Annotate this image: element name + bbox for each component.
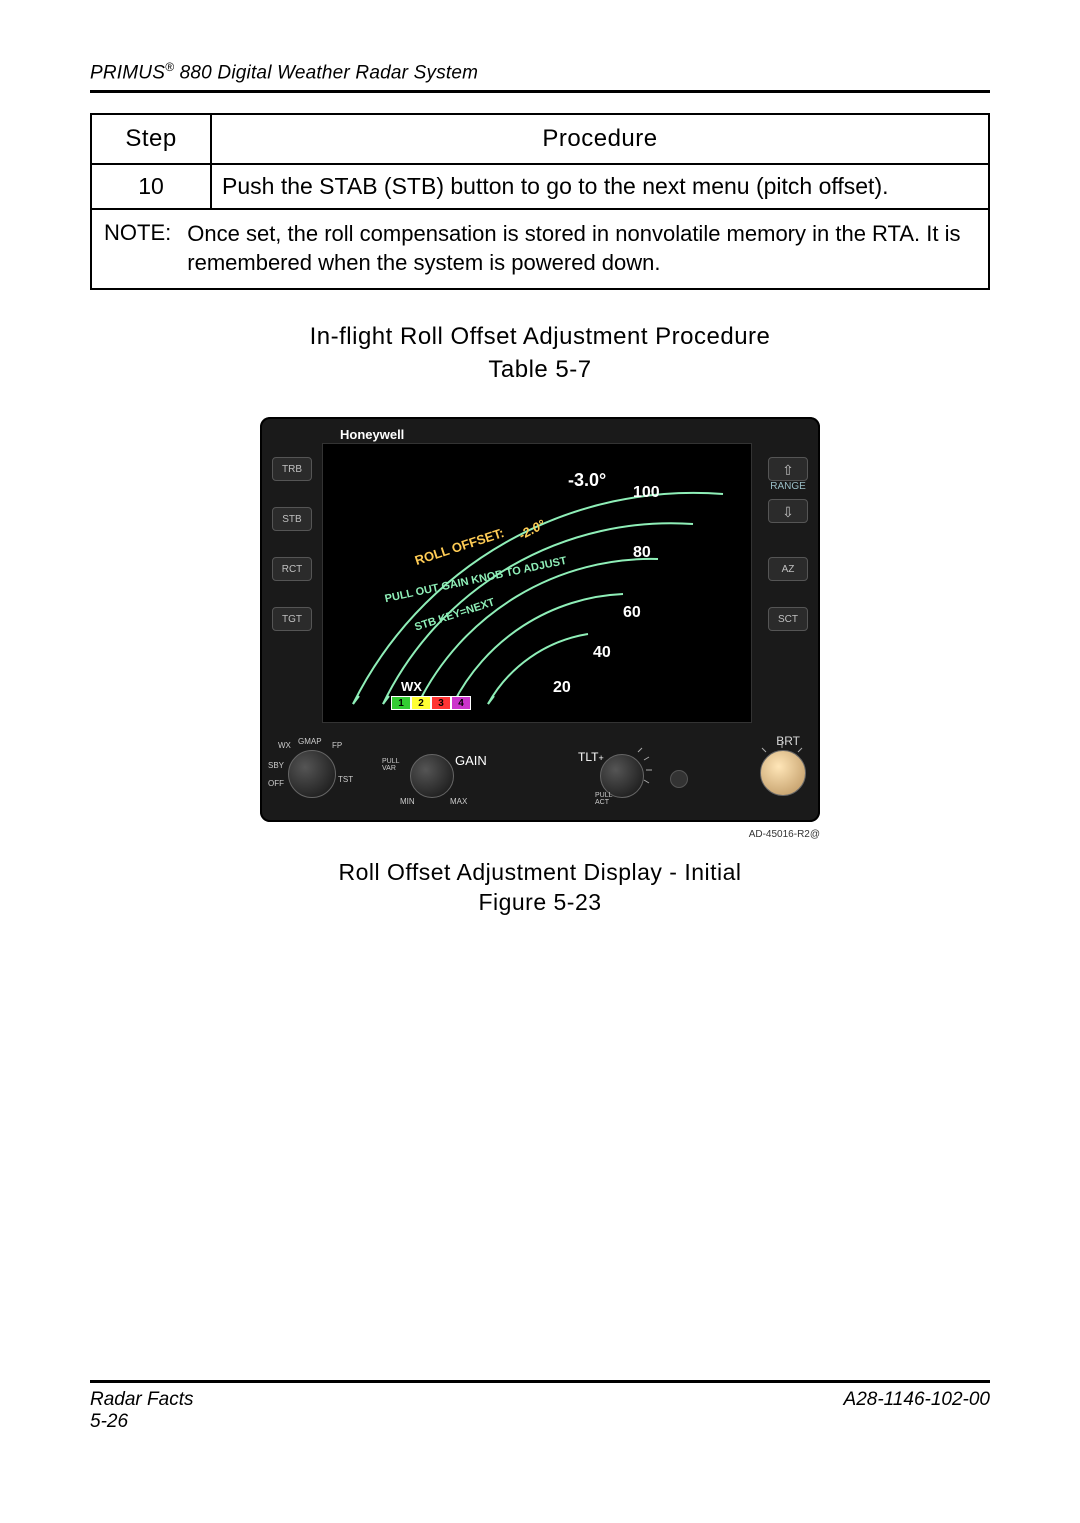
tilt-ticks-icon [590, 742, 658, 804]
brand-label: Honeywell [340, 427, 404, 442]
gain-label: GAIN [455, 753, 487, 768]
mode-gmap: GMAP [298, 737, 322, 746]
range-60: 60 [623, 604, 641, 622]
mode-tst: TST [338, 775, 353, 784]
cell-procedure-10: Push the STAB (STB) button to go to the … [211, 164, 989, 209]
wx-box-4: 4 [451, 696, 471, 710]
wx-label: WX [401, 679, 471, 694]
gain-min: MIN [400, 797, 415, 806]
mode-wx: WX [278, 741, 291, 750]
range-100: 100 [633, 484, 660, 502]
tgt-button[interactable]: TGT [272, 607, 312, 631]
th-procedure: Procedure [211, 114, 989, 164]
mode-off: OFF [268, 779, 284, 788]
table-caption-line1: In-flight Roll Offset Adjustment Procedu… [310, 323, 771, 350]
header-title-pre: PRIMUS [90, 62, 165, 83]
az-button[interactable]: AZ [768, 557, 808, 581]
header-title-post: 880 Digital Weather Radar System [174, 62, 478, 83]
stb-button[interactable]: STB [272, 507, 312, 531]
range-label: RANGE [766, 481, 810, 492]
wx-box-1: 1 [391, 696, 411, 710]
table-caption-line2: Table 5-7 [90, 353, 990, 387]
controls-panel: WX GMAP FP SBY OFF TST GAIN MIN MAX PULL… [260, 732, 820, 812]
gain-max: MAX [450, 797, 467, 806]
radar-screen: -3.0° 100 80 60 40 20 ROLL OFFSET: -2.0°… [322, 443, 752, 723]
cell-step-10: 10 [91, 164, 211, 209]
wx-boxes: 1 2 3 4 [391, 696, 471, 710]
range-down-button[interactable]: ⇩ [768, 499, 808, 523]
figure-wrap: Honeywell TRB STB RCT TGT ⇧ RANGE ⇩ AZ S… [90, 417, 990, 840]
note-row: NOTE: Once set, the roll compensation is… [91, 209, 989, 288]
gain-knob[interactable] [410, 754, 454, 798]
radar-unit: Honeywell TRB STB RCT TGT ⇧ RANGE ⇩ AZ S… [260, 417, 820, 822]
footer-rule [90, 1380, 990, 1383]
footer-left: Radar Facts [90, 1389, 193, 1411]
rct-button[interactable]: RCT [272, 557, 312, 581]
photo-sensor-icon [670, 770, 688, 788]
mode-sby: SBY [268, 761, 284, 770]
figure-caption-line1: Roll Offset Adjustment Display - Initial [338, 859, 741, 885]
range-20: 20 [553, 679, 571, 697]
figure-id: AD-45016-R2@ [260, 829, 820, 840]
table-row: 10 Push the STAB (STB) button to go to t… [91, 164, 989, 209]
header-rule [90, 90, 990, 93]
wx-bar: WX 1 2 3 4 [391, 679, 471, 710]
sct-button[interactable]: SCT [768, 607, 808, 631]
gain-pull: PULLVAR [382, 758, 400, 772]
range-80: 80 [633, 544, 651, 562]
header-title-sup: ® [165, 60, 174, 74]
footer-page: 5-26 [90, 1411, 193, 1433]
page-header: PRIMUS® 880 Digital Weather Radar System [90, 60, 990, 84]
tilt-value: -3.0° [568, 470, 606, 491]
arc-svg [323, 444, 752, 723]
mode-knob[interactable] [288, 750, 336, 798]
note-label: NOTE: [104, 220, 173, 277]
note-text: Once set, the roll compensation is store… [187, 220, 976, 277]
mode-fp: FP [332, 741, 342, 750]
wx-box-2: 2 [411, 696, 431, 710]
table-header-row: Step Procedure [91, 114, 989, 164]
figure-caption: Roll Offset Adjustment Display - Initial… [90, 858, 990, 918]
footer-right: A28-1146-102-00 [844, 1389, 990, 1433]
range-40: 40 [593, 644, 611, 662]
brt-ticks-icon [752, 738, 812, 802]
range-up-button[interactable]: ⇧ [768, 457, 808, 481]
table-caption: In-flight Roll Offset Adjustment Procedu… [90, 320, 990, 387]
figure-caption-line2: Figure 5-23 [478, 889, 601, 915]
trb-button[interactable]: TRB [272, 457, 312, 481]
procedure-table: Step Procedure 10 Push the STAB (STB) bu… [90, 113, 990, 289]
page-footer: Radar Facts 5-26 A28-1146-102-00 [90, 1380, 990, 1433]
th-step: Step [91, 114, 211, 164]
wx-box-3: 3 [431, 696, 451, 710]
